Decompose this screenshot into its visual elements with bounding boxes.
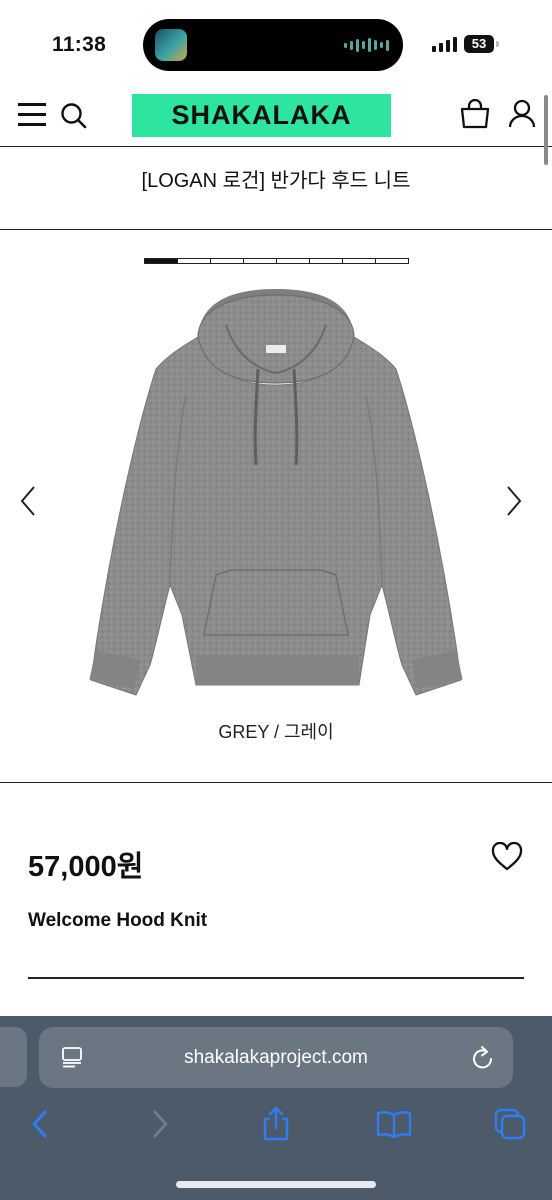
site-logo[interactable]: SHAKALAKA: [132, 94, 391, 137]
shopping-bag-icon[interactable]: [459, 99, 491, 129]
pager-segment-6[interactable]: [310, 259, 343, 263]
url-text[interactable]: shakalakaproject.com: [39, 1027, 513, 1088]
info-divider: [28, 977, 524, 979]
gallery-next-arrow-icon[interactable]: [504, 484, 524, 518]
search-icon[interactable]: [60, 102, 88, 130]
battery-tip: [496, 41, 499, 47]
status-bar: 11:38 53: [0, 0, 552, 86]
status-time: 11:38: [52, 33, 107, 56]
pager-segment-2[interactable]: [178, 259, 211, 263]
bookmarks-button[interactable]: [370, 1104, 418, 1144]
tabs-button[interactable]: [486, 1104, 534, 1144]
menu-icon[interactable]: [18, 103, 46, 127]
pager-segment-3[interactable]: [211, 259, 244, 263]
browser-toolbar: [0, 1104, 552, 1154]
back-icon: [32, 1110, 47, 1138]
pager-segment-8[interactable]: [376, 259, 408, 263]
pager-segment-1[interactable]: [145, 259, 178, 263]
bookmarks-icon: [376, 1111, 412, 1139]
product-title: [LOGAN 로건] 반가다 후드 니트: [0, 148, 552, 230]
pager-segment-7[interactable]: [343, 259, 376, 263]
audio-waveform-icon: [344, 37, 389, 53]
wishlist-heart-icon[interactable]: [490, 842, 524, 872]
product-image-hoodie[interactable]: [86, 285, 466, 700]
back-button[interactable]: [16, 1104, 64, 1144]
pager-segment-5[interactable]: [277, 259, 310, 263]
product-english-name: Welcome Hood Knit: [28, 910, 208, 931]
user-icon[interactable]: [508, 99, 536, 129]
site-header: SHAKALAKA: [0, 86, 552, 147]
previous-tab-edge[interactable]: [0, 1027, 27, 1087]
browser-bottom-bar: shakalakaproject.com: [0, 1016, 552, 1200]
product-price: 57,000원: [28, 851, 144, 883]
pager-segment-4[interactable]: [244, 259, 277, 263]
reload-icon[interactable]: [471, 1045, 495, 1071]
address-bar[interactable]: shakalakaproject.com: [39, 1027, 513, 1088]
gallery-divider: [0, 782, 552, 783]
tabs-icon: [494, 1108, 526, 1140]
now-playing-artwork-icon: [155, 29, 187, 61]
product-color-label: GREY / 그레이: [218, 722, 334, 742]
home-indicator[interactable]: [176, 1181, 376, 1188]
battery-icon: 53: [464, 35, 494, 53]
cellular-signal-icon: [432, 36, 457, 52]
share-icon: [263, 1106, 289, 1141]
gallery-prev-arrow-icon[interactable]: [18, 484, 38, 518]
gallery-pager[interactable]: [144, 258, 409, 264]
forward-button[interactable]: [136, 1104, 184, 1144]
dynamic-island: [143, 19, 403, 71]
forward-icon: [153, 1110, 168, 1138]
share-button[interactable]: [252, 1104, 300, 1144]
